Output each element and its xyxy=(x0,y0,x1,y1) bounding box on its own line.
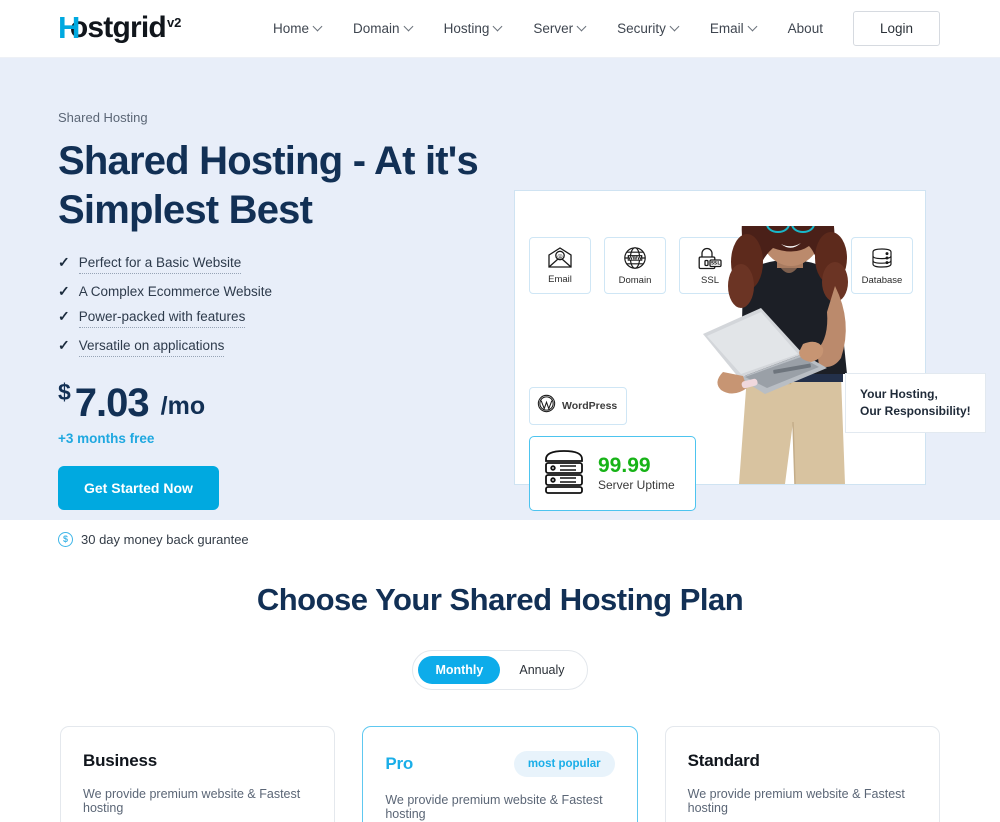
price-currency: $ xyxy=(58,378,71,405)
svg-text:@: @ xyxy=(557,254,563,260)
login-button[interactable]: Login xyxy=(852,11,940,46)
plan-name: Standard xyxy=(687,751,760,770)
get-started-button[interactable]: Get Started Now xyxy=(58,465,219,510)
svg-text:WWW: WWW xyxy=(628,255,642,260)
server-uptime-badge: 99.99 Server Uptime xyxy=(529,436,696,511)
hero-eyebrow: Shared Hosting xyxy=(58,110,148,125)
bullet-text: Versatile on applications xyxy=(78,338,225,357)
pricing-section: Choose Your Shared Hosting Plan Monthly … xyxy=(0,520,1000,822)
card-header: Pro most popular xyxy=(385,751,615,777)
chevron-down-icon xyxy=(669,21,680,32)
nav-item-security[interactable]: Security xyxy=(601,13,694,44)
server-stack-icon xyxy=(542,447,586,500)
callout-line-1: Your Hosting, xyxy=(860,387,938,401)
chevron-down-icon xyxy=(312,21,323,32)
pricing-card-business: Business We provide premium website & Fa… xyxy=(60,726,336,822)
check-icon: ✓ xyxy=(58,282,70,299)
card-header: Business xyxy=(83,751,312,771)
nav-item-about[interactable]: About xyxy=(772,13,839,44)
hero-section: Shared Hosting Shared Hosting - At it's … xyxy=(0,58,1000,547)
plan-description: We provide premium website & Fastest hos… xyxy=(687,787,905,815)
most-popular-badge: most popular xyxy=(513,751,615,777)
plan-name: Pro xyxy=(385,754,414,773)
nav-label: Server xyxy=(533,21,574,36)
check-icon: ✓ xyxy=(58,253,70,270)
nav-item-email[interactable]: Email xyxy=(694,13,772,44)
person-with-laptop-photo xyxy=(699,226,877,484)
nav-label: Home xyxy=(273,21,310,36)
plan-description: We provide premium website & Fastest hos… xyxy=(83,787,301,815)
bullet-text: A Complex Ecommerce Website xyxy=(78,283,273,299)
wordpress-label: WordPress xyxy=(562,400,618,412)
envelope-at-icon: @ xyxy=(547,246,573,269)
pricing-title: Choose Your Shared Hosting Plan xyxy=(256,582,744,617)
globe-www-icon: WWW xyxy=(623,246,647,270)
card-header: Standard xyxy=(688,751,917,771)
logo-wordmark: ostgrid xyxy=(69,11,167,44)
nav-label: Hosting xyxy=(443,21,490,36)
page-root: H ostgrid v2 Home Domain Hosting Server xyxy=(0,0,1000,822)
price-period: /mo xyxy=(160,391,206,420)
brand-logo[interactable]: H ostgrid v2 xyxy=(58,10,182,45)
billing-period-toggle[interactable]: Monthly Annualy xyxy=(412,650,588,690)
uptime-label: Server Uptime xyxy=(598,477,675,492)
price-amount: 7.03 xyxy=(74,380,150,425)
site-header: H ostgrid v2 Home Domain Hosting Server xyxy=(0,0,1000,58)
wordpress-badge: WordPress xyxy=(529,387,628,425)
toggle-option-monthly[interactable]: Monthly xyxy=(418,656,501,684)
pricing-card-standard: Standard We provide premium website & Fa… xyxy=(664,726,940,822)
chevron-down-icon xyxy=(747,21,758,32)
nav-label: About xyxy=(787,21,823,36)
hero-title: Shared Hosting - At it's Simplest Best xyxy=(58,139,479,232)
guarantee-text: 30 day money back gurantee xyxy=(81,531,249,547)
chevron-down-icon xyxy=(576,21,587,32)
plan-name: Business xyxy=(83,751,157,770)
bullet-text: Power-packed with features xyxy=(78,309,246,328)
nav-item-hosting[interactable]: Hosting xyxy=(428,13,518,44)
pricing-cards: Business We provide premium website & Fa… xyxy=(0,726,1000,822)
feature-badge-email: @ Email xyxy=(529,237,591,294)
nav-label: Security xyxy=(617,21,666,36)
nav-item-home[interactable]: Home xyxy=(257,13,337,44)
hero-illustration-card: @ Email WWW Domain SSL SSL Database Word… xyxy=(514,190,986,511)
money-back-guarantee: $ 30 day money back gurantee xyxy=(58,531,1000,547)
nav-item-domain[interactable]: Domain xyxy=(337,13,428,44)
pricing-card-pro: Pro most popular We provide premium webs… xyxy=(362,726,638,822)
chevron-down-icon xyxy=(403,21,414,32)
bullet-text: Perfect for a Basic Website xyxy=(78,255,242,274)
uptime-text-block: 99.99 Server Uptime xyxy=(598,454,675,492)
feature-badge-label: Email xyxy=(548,273,572,285)
nav-label: Email xyxy=(709,21,744,36)
callout-line-2: Our Responsibility! xyxy=(860,404,971,419)
dollar-circle-icon: $ xyxy=(58,531,73,547)
hosting-callout: Your Hosting, Our Responsibility! xyxy=(845,373,986,434)
plan-description: We provide premium website & Fastest hos… xyxy=(385,793,603,821)
check-icon: ✓ xyxy=(58,307,70,324)
toggle-option-annually[interactable]: Annualy xyxy=(502,656,581,684)
logo-version-sup: v2 xyxy=(166,15,182,30)
main-navigation: Home Domain Hosting Server Security Emai… xyxy=(257,11,940,46)
chevron-down-icon xyxy=(492,21,503,32)
billing-toggle-wrapper: Monthly Annualy xyxy=(0,650,1000,690)
nav-item-server[interactable]: Server xyxy=(517,13,601,44)
wordpress-icon xyxy=(537,394,556,418)
feature-badge-domain: WWW Domain xyxy=(604,237,666,294)
nav-label: Domain xyxy=(353,21,400,36)
check-icon: ✓ xyxy=(58,336,70,353)
uptime-value: 99.99 xyxy=(598,454,651,478)
feature-badge-label: Domain xyxy=(618,274,652,286)
logo-h-mark: H xyxy=(58,10,80,45)
